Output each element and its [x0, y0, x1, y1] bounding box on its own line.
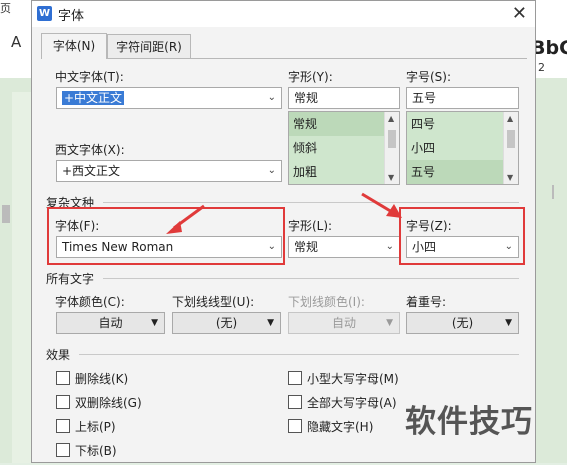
emphasis-dropdown[interactable]: (无) ▼	[406, 312, 519, 334]
strikethrough-checkbox[interactable]: 删除线(K)	[56, 370, 128, 387]
checkbox-label: 双删除线(G)	[75, 396, 142, 410]
list-item[interactable]: 加粗	[289, 160, 399, 184]
scroll-up-icon[interactable]: ▲	[507, 114, 513, 123]
underline-type-value: (无)	[215, 316, 238, 330]
dropdown-arrow-icon: ▼	[267, 318, 274, 328]
checkbox-box[interactable]	[56, 443, 70, 457]
checkbox-box[interactable]	[288, 419, 302, 433]
underline-color-value: 自动	[331, 316, 356, 330]
small-caps-checkbox[interactable]: 小型大写字母(M)	[288, 370, 399, 387]
emphasis-label: 着重号:	[406, 295, 447, 309]
checkbox-box[interactable]	[56, 419, 70, 433]
all-text-section-title: 所有文字	[46, 272, 95, 286]
list-item[interactable]: 五号	[407, 160, 518, 184]
style-label: 字形(Y):	[288, 70, 333, 84]
scrollbar-thumb[interactable]	[507, 130, 515, 148]
chinese-font-label: 中文字体(T):	[55, 70, 124, 84]
background-text: 页	[0, 2, 11, 15]
complex-style-select[interactable]: 常规 ⌄	[288, 236, 400, 258]
all-caps-checkbox[interactable]: 全部大写字母(A)	[288, 394, 397, 411]
highlight-box-complex-size	[399, 207, 525, 265]
underline-color-label: 下划线颜色(I):	[288, 295, 365, 309]
list-item[interactable]: 小四	[407, 136, 518, 160]
checkbox-box[interactable]	[288, 371, 302, 385]
superscript-checkbox[interactable]: 上标(P)	[56, 418, 116, 435]
font-color-label: 字体颜色(C):	[55, 295, 125, 309]
checkbox-box[interactable]	[56, 371, 70, 385]
emphasis-value: (无)	[451, 316, 474, 330]
scroll-down-icon[interactable]: ▼	[507, 173, 513, 182]
size-label: 字号(S):	[406, 70, 452, 84]
scrollbar[interactable]: ▲ ▼	[503, 112, 518, 184]
annotation-arrow-icon	[166, 204, 205, 234]
dropdown-arrow-icon: ▼	[386, 318, 393, 328]
checkbox-label: 全部大写字母(A)	[307, 396, 397, 410]
checkbox-box[interactable]	[288, 395, 302, 409]
effects-section-title: 效果	[46, 348, 71, 362]
checkbox-label: 上标(P)	[75, 420, 116, 434]
wps-app-icon: W	[37, 6, 52, 21]
size-input[interactable]: 五号	[406, 87, 519, 109]
chevron-down-icon: ⌄	[267, 165, 276, 176]
checkbox-label: 删除线(K)	[75, 372, 129, 386]
underline-type-dropdown[interactable]: (无) ▼	[172, 312, 281, 334]
chevron-down-icon: ⌄	[267, 92, 276, 103]
scrollbar[interactable]: ▲ ▼	[384, 112, 399, 184]
font-color-value: 自动	[98, 316, 123, 330]
background-text: A	[11, 33, 22, 51]
western-font-select[interactable]: +西文正文 ⌄	[56, 160, 282, 182]
complex-style-value: 常规	[294, 240, 319, 254]
annotation-arrow-icon	[361, 192, 402, 218]
underline-type-label: 下划线线型(U):	[172, 295, 255, 309]
divider	[103, 278, 519, 279]
western-font-value: +西文正文	[62, 164, 121, 178]
underline-color-dropdown: 自动 ▼	[288, 312, 400, 334]
watermark-text: 软件技巧	[405, 404, 533, 440]
style-input[interactable]: 常规	[288, 87, 400, 109]
ruler-mark	[2, 205, 10, 223]
list-item[interactable]: 常规	[289, 112, 399, 136]
tab-character-spacing[interactable]: 字符间距(R)	[107, 34, 191, 58]
scrollbar-thumb[interactable]	[388, 130, 396, 148]
font-color-dropdown[interactable]: 自动 ▼	[56, 312, 165, 334]
dropdown-arrow-icon: ▼	[505, 318, 512, 328]
close-icon[interactable]: ✕	[512, 3, 527, 24]
background-text: 2	[538, 61, 545, 74]
dialog-title: 字体	[58, 9, 85, 24]
list-item[interactable]: 倾斜	[289, 136, 399, 160]
tab-font[interactable]: 字体(N)	[41, 33, 107, 59]
list-item[interactable]: 四号	[407, 112, 518, 136]
scroll-down-icon[interactable]: ▼	[388, 173, 394, 182]
checkbox-label: 下标(B)	[75, 444, 117, 458]
style-preview-text: BbC(	[531, 37, 567, 59]
hidden-text-checkbox[interactable]: 隐藏文字(H)	[288, 418, 373, 435]
dialog-titlebar: W 字体 ✕	[32, 1, 535, 27]
chinese-font-select[interactable]: +中文正文 ⌄	[56, 87, 282, 109]
checkbox-label: 隐藏文字(H)	[307, 420, 374, 434]
chinese-font-value: +中文正文	[62, 91, 125, 105]
dropdown-arrow-icon: ▼	[151, 318, 158, 328]
style-list[interactable]: 常规 倾斜 加粗 ▲ ▼	[288, 111, 400, 185]
size-list[interactable]: 四号 小四 五号 ▲ ▼	[406, 111, 519, 185]
ruler-mark	[552, 185, 554, 199]
double-strikethrough-checkbox[interactable]: 双删除线(G)	[56, 394, 142, 411]
western-font-label: 西文字体(X):	[55, 143, 125, 157]
subscript-checkbox[interactable]: 下标(B)	[56, 442, 117, 459]
divider	[79, 354, 519, 355]
scroll-up-icon[interactable]: ▲	[388, 114, 394, 123]
checkbox-label: 小型大写字母(M)	[307, 372, 399, 386]
checkbox-box[interactable]	[56, 395, 70, 409]
complex-style-label: 字形(L):	[288, 219, 333, 233]
chevron-down-icon: ⌄	[385, 241, 394, 252]
